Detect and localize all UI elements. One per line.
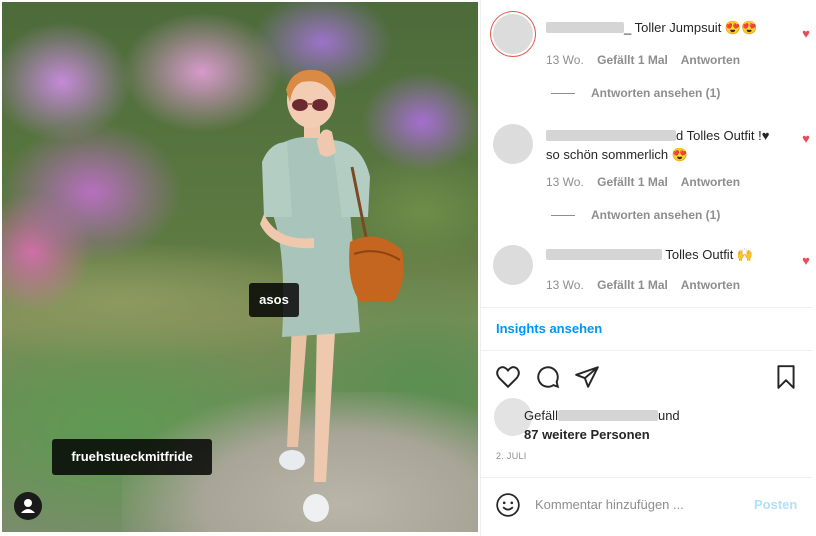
- commenter-avatar[interactable]: [493, 124, 533, 164]
- comment-meta: 13 Wo. Gefällt 1 Mal Antworten: [546, 53, 750, 67]
- comment-like-heart-icon[interactable]: ♥: [799, 27, 813, 41]
- view-replies-button[interactable]: Antworten ansehen (1): [551, 86, 720, 100]
- comment-likes[interactable]: Gefällt 1 Mal: [597, 175, 668, 189]
- liker-username[interactable]: [557, 410, 658, 421]
- comment-icon[interactable]: [535, 364, 561, 390]
- reply-button[interactable]: Antworten: [681, 53, 740, 67]
- share-icon[interactable]: [574, 364, 600, 390]
- user-tag-icon: [21, 499, 35, 513]
- comment-like-heart-icon[interactable]: ♥: [799, 254, 813, 268]
- user-tag-button[interactable]: [14, 492, 42, 520]
- commenter-username[interactable]: [546, 22, 624, 33]
- product-tag-asos[interactable]: asos: [249, 283, 299, 317]
- likes-prefix: Gefäll: [524, 408, 558, 423]
- comment-meta: 13 Wo. Gefällt 1 Mal Antworten: [546, 175, 750, 189]
- user-tag-fruehstueckmitfride[interactable]: fruehstueckmitfride: [52, 439, 212, 475]
- view-replies-label: Antworten ansehen (1): [591, 208, 721, 222]
- comment-time[interactable]: 13 Wo.: [546, 278, 584, 292]
- comment-time[interactable]: 13 Wo.: [546, 175, 584, 189]
- likes-others[interactable]: 87 weitere Personen: [524, 427, 650, 442]
- divider: [481, 307, 813, 308]
- comment-likes[interactable]: Gefällt 1 Mal: [597, 53, 668, 67]
- commenter-username[interactable]: [546, 130, 676, 141]
- comment-text: Tolles Outfit 🙌: [665, 247, 754, 262]
- commenter-avatar[interactable]: [493, 14, 533, 54]
- view-replies-button[interactable]: Antworten ansehen (1): [551, 208, 720, 222]
- post-side-panel: _ Toller Jumpsuit 😍😍 13 Wo. Gefällt 1 Ma…: [480, 0, 813, 536]
- commenter-avatar[interactable]: [493, 245, 533, 285]
- reply-button[interactable]: Antworten: [681, 175, 740, 189]
- comment-text: _ Toller Jumpsuit 😍😍: [624, 20, 758, 35]
- save-icon[interactable]: [773, 364, 799, 390]
- post-date: 2. JULI: [496, 451, 527, 461]
- commenter-username[interactable]: [546, 249, 662, 260]
- comment-time[interactable]: 13 Wo.: [546, 53, 584, 67]
- comment-like-heart-icon[interactable]: ♥: [799, 132, 813, 146]
- replies-line: [551, 215, 575, 217]
- likes-suffix: und: [657, 408, 680, 423]
- comment-input[interactable]: Kommentar hinzufügen ...: [535, 497, 684, 512]
- comment-bar: Kommentar hinzufügen ... Posten: [481, 478, 813, 536]
- emoji-icon[interactable]: [495, 492, 521, 518]
- divider: [481, 350, 813, 351]
- likes-summary[interactable]: Gefäll und 87 weitere Personen: [524, 406, 680, 444]
- post-photo[interactable]: asos fruehstueckmitfride: [2, 2, 478, 532]
- comment-meta: 13 Wo. Gefällt 1 Mal Antworten: [546, 278, 750, 292]
- comment-likes[interactable]: Gefällt 1 Mal: [597, 278, 668, 292]
- insights-link[interactable]: Insights ansehen: [496, 321, 602, 336]
- reply-button[interactable]: Antworten: [681, 278, 740, 292]
- like-icon[interactable]: [495, 364, 521, 390]
- post-button[interactable]: Posten: [754, 497, 797, 512]
- replies-line: [551, 93, 575, 95]
- view-replies-label: Antworten ansehen (1): [591, 86, 721, 100]
- post-actions: [481, 360, 813, 396]
